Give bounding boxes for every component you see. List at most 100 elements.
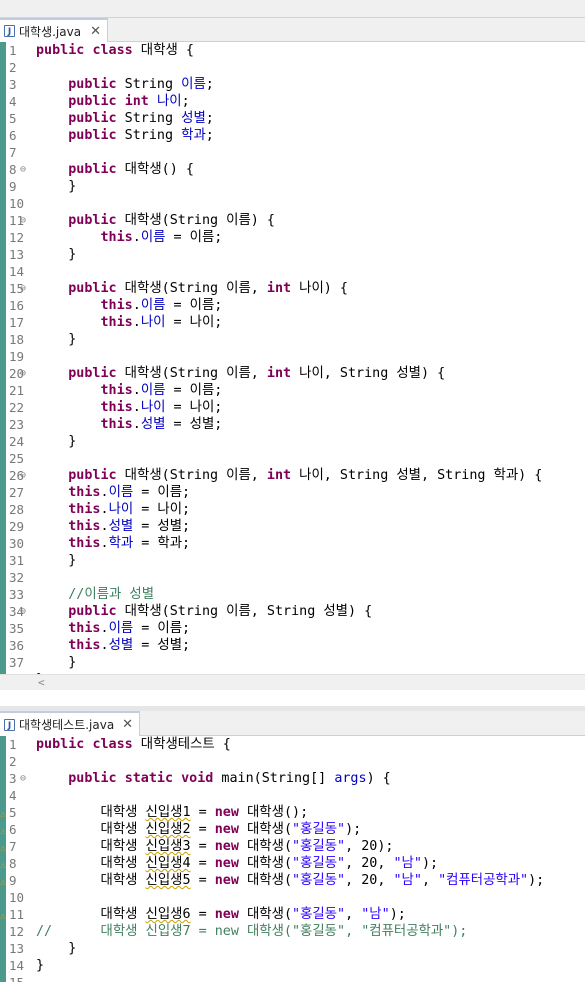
code-line[interactable]: 15 xyxy=(0,974,585,982)
code-line[interactable]: 19 xyxy=(0,348,585,365)
code-line[interactable]: 7 ⚠ 대학생 신입생3 = new 대학생("홍길동", 20); xyxy=(0,838,585,855)
code-line[interactable]: 1 public class 대학생 { xyxy=(0,42,585,59)
code-line[interactable]: 2 xyxy=(0,59,585,76)
code-token: = xyxy=(190,856,215,871)
code-line[interactable]: 13 } xyxy=(0,940,585,957)
change-marker xyxy=(0,450,6,467)
code-token: String xyxy=(116,128,182,143)
code-line[interactable]: 8 ⚠ 대학생 신입생4 = new 대학생("홍길동", 20, "남"); xyxy=(0,855,585,872)
tab-daehaksaeng-test-java[interactable]: J 대학생테스트.java ✕ xyxy=(0,711,140,736)
code-token: this xyxy=(68,519,101,534)
code-line[interactable]: 8 ⊖ public 대학생() { xyxy=(0,161,585,178)
code-token: 대학생(String 이름, xyxy=(116,468,267,483)
code-token: ) { xyxy=(366,771,391,786)
code-line[interactable]: 10 xyxy=(0,889,585,906)
code-token: . xyxy=(132,315,141,330)
fold-collapse-icon[interactable]: ⊖ xyxy=(20,770,26,787)
code-line[interactable]: 20 ⊖ public 대학생(String 이름, int 나이, String… xyxy=(0,365,585,382)
code-line[interactable]: 3 public String 이름; xyxy=(0,76,585,93)
fold-collapse-icon[interactable]: ⊖ xyxy=(20,603,26,620)
code-line[interactable]: 26 ⊖ public 대학생(String 이름, int 나이, String… xyxy=(0,467,585,484)
code-line[interactable]: 13 } xyxy=(0,246,585,263)
code-line[interactable]: 15 ⊖ public 대학생(String 이름, int 나이) { xyxy=(0,280,585,297)
code-line[interactable]: 22 this.나이 = 나이; xyxy=(0,399,585,416)
fold-collapse-icon[interactable]: ⊖ xyxy=(20,467,26,484)
code-text: } xyxy=(36,957,44,974)
code-line[interactable]: 14 xyxy=(0,263,585,280)
code-line[interactable]: 36 this.성별 = 성별; xyxy=(0,637,585,654)
code-line[interactable]: 9 ⚠ 대학생 신입생5 = new 대학생("홍길동", 20, "남", "컴… xyxy=(0,872,585,889)
code-token: = xyxy=(190,805,215,820)
code-line[interactable]: 37 } xyxy=(0,654,585,671)
code-text: this.이름 = 이름; xyxy=(36,484,190,501)
fold-collapse-icon[interactable]: ⊖ xyxy=(20,280,26,297)
code-token: . xyxy=(100,536,109,551)
code-line[interactable]: 10 xyxy=(0,195,585,212)
close-icon[interactable]: ✕ xyxy=(122,717,133,732)
code-line[interactable]: 24 } xyxy=(0,433,585,450)
code-line[interactable]: 11 ⊖ public 대학생(String 이름) { xyxy=(0,212,585,229)
fold-collapse-icon[interactable]: ⊖ xyxy=(20,161,26,178)
code-text: public 대학생(String 이름, String 성별) { xyxy=(36,603,372,620)
code-token: = xyxy=(190,873,215,888)
code-line[interactable]: 32 xyxy=(0,569,585,586)
code-line[interactable]: 7 xyxy=(0,144,585,161)
window-top-strip xyxy=(0,0,585,18)
code-line[interactable]: 29 this.성별 = 성별; xyxy=(0,518,585,535)
code-line[interactable]: 1 public class 대학생테스트 { xyxy=(0,736,585,753)
code-token: ; xyxy=(205,77,214,92)
code-line[interactable]: 27 this.이름 = 이름; xyxy=(0,484,585,501)
code-line[interactable]: 28 this.나이 = 나이; xyxy=(0,501,585,518)
code-token: = 학과; xyxy=(133,536,191,551)
change-marker xyxy=(0,348,6,365)
code-line[interactable]: 5 ⚠ 대학생 신입생1 = new 대학생(); xyxy=(0,804,585,821)
code-token: = 이름; xyxy=(165,230,223,245)
code-line[interactable]: 31 } xyxy=(0,552,585,569)
chevron-left-icon[interactable]: < xyxy=(38,675,45,690)
code-line[interactable]: 11 ⚠ 대학생 신입생6 = new 대학생("홍길동", "남"); xyxy=(0,906,585,923)
code-line[interactable]: 12// 대학생 신입생7 = new 대학생("홍길동", "컴퓨터공학과")… xyxy=(0,923,585,940)
code-line[interactable]: 21 this.이름 = 이름; xyxy=(0,382,585,399)
fold-collapse-icon[interactable]: ⊖ xyxy=(20,212,26,229)
code-token: = 성별; xyxy=(133,519,191,534)
code-line[interactable]: 2 xyxy=(0,753,585,770)
code-line[interactable]: 4 public int 나이; xyxy=(0,93,585,110)
code-line[interactable]: 12 this.이름 = 이름; xyxy=(0,229,585,246)
code-line[interactable]: 17 this.나이 = 나이; xyxy=(0,314,585,331)
code-text: public 대학생(String 이름) { xyxy=(36,212,275,229)
code-editor-1[interactable]: 1 public class 대학생 {2 3 public String 이름; 4… xyxy=(0,42,585,688)
horizontal-scrollbar[interactable]: < xyxy=(0,674,585,690)
code-line[interactable]: 9 } xyxy=(0,178,585,195)
code-token: = 나이; xyxy=(133,502,191,517)
code-line[interactable]: 3 ⊖ public static void main(String[] args… xyxy=(0,770,585,787)
code-line[interactable]: 33 //이름과 성별 xyxy=(0,586,585,603)
code-line[interactable]: 18 } xyxy=(0,331,585,348)
code-line[interactable]: 14} xyxy=(0,957,585,974)
code-line[interactable]: 5 public String 성별; xyxy=(0,110,585,127)
tab-daehaksaeng-java[interactable]: J 대학생.java ✕ xyxy=(0,18,108,42)
code-text: public static void main(String[] args) { xyxy=(36,770,391,787)
code-line[interactable]: 6 ⚠ 대학생 신입생2 = new 대학생("홍길동"); xyxy=(0,821,585,838)
code-token: public xyxy=(36,737,85,752)
code-line[interactable]: 35 this.이름 = 이름; xyxy=(0,620,585,637)
fold-collapse-icon[interactable]: ⊖ xyxy=(20,365,26,382)
code-line[interactable]: 23 this.성별 = 성별; xyxy=(0,416,585,433)
change-marker xyxy=(0,127,6,144)
code-line[interactable]: 16 this.이름 = 이름; xyxy=(0,297,585,314)
change-marker xyxy=(0,161,6,178)
code-token: . xyxy=(132,417,141,432)
code-editor-2[interactable]: 1 public class 대학생테스트 {2 3 ⊖ public static … xyxy=(0,736,585,982)
code-line[interactable]: 30 this.학과 = 학과; xyxy=(0,535,585,552)
code-line[interactable]: 6 public String 학과; xyxy=(0,127,585,144)
java-file-icon: J xyxy=(4,718,15,731)
code-token: 성별 xyxy=(140,417,166,432)
close-icon[interactable]: ✕ xyxy=(90,24,101,39)
code-line[interactable]: 34 ⊖ public 대학생(String 이름, String 성별) { xyxy=(0,603,585,620)
code-token: new xyxy=(214,805,239,820)
code-line[interactable]: 4 xyxy=(0,787,585,804)
code-token: 이름 xyxy=(108,485,134,500)
code-line[interactable]: 25 xyxy=(0,450,585,467)
